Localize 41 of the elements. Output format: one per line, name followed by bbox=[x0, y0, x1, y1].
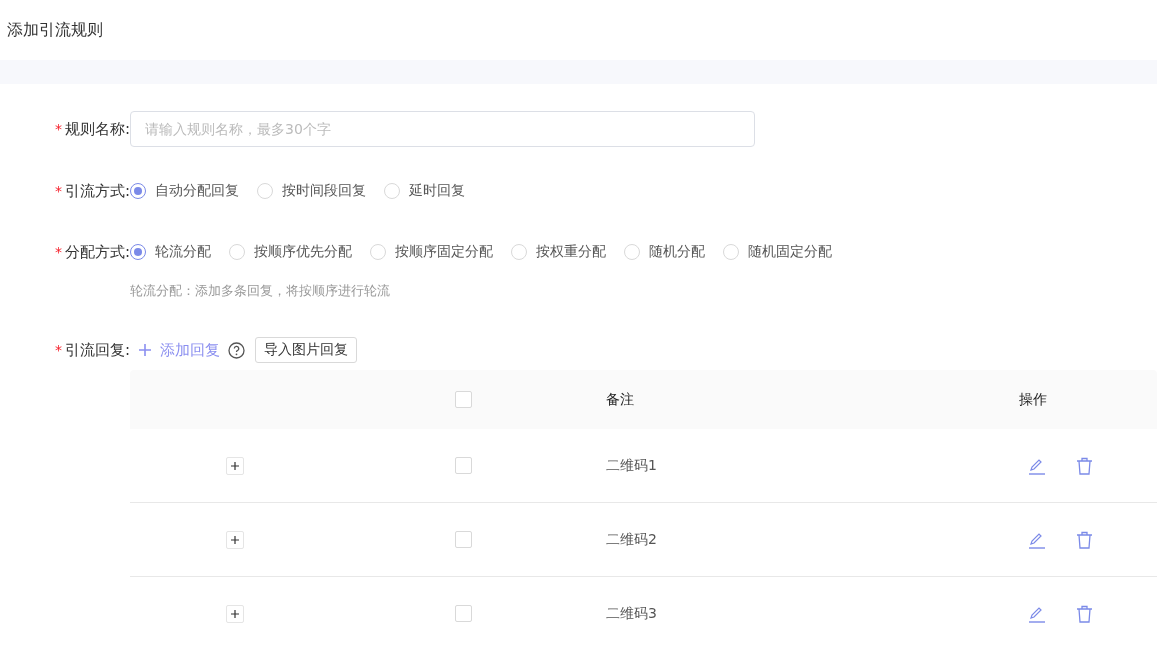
trash-icon[interactable] bbox=[1076, 456, 1093, 475]
page-title: 添加引流规则 bbox=[7, 19, 103, 41]
table-cell: 二维码1 bbox=[606, 456, 657, 475]
column-header: 操作 bbox=[1019, 390, 1047, 409]
plus-icon bbox=[231, 535, 239, 544]
radio-option[interactable]: 按时间段回复 bbox=[257, 182, 366, 200]
table-cell: 二维码3 bbox=[606, 604, 657, 623]
required-asterisk: * bbox=[54, 342, 62, 358]
hint-text: 轮流分配：添加多条回复，将按顺序进行轮流 bbox=[130, 282, 391, 300]
rule-name-input[interactable]: 请输入规则名称，最多30个字 bbox=[130, 111, 755, 147]
required-asterisk: * bbox=[54, 121, 62, 137]
expand-button[interactable] bbox=[226, 530, 244, 549]
field-label: 规则名称: bbox=[64, 119, 130, 139]
field-label: 引流方式: bbox=[64, 181, 130, 201]
column-header: 备注 bbox=[606, 390, 634, 409]
radio-option[interactable]: 随机固定分配 bbox=[723, 243, 832, 261]
radio-option[interactable]: 自动分配回复 bbox=[130, 182, 239, 200]
row-checkbox[interactable] bbox=[454, 531, 472, 548]
expand-button[interactable] bbox=[226, 604, 244, 623]
trash-icon[interactable] bbox=[1076, 604, 1093, 623]
plus-icon bbox=[138, 343, 152, 357]
select-all-checkbox[interactable] bbox=[454, 391, 472, 408]
radio-option[interactable]: 延时回复 bbox=[384, 182, 465, 200]
field-label: 分配方式: bbox=[64, 242, 130, 262]
radio-option[interactable]: 按顺序优先分配 bbox=[229, 243, 352, 261]
row-checkbox[interactable] bbox=[454, 605, 472, 622]
expand-button[interactable] bbox=[226, 456, 244, 475]
radio-option[interactable]: 按顺序固定分配 bbox=[370, 243, 493, 261]
plus-icon bbox=[231, 609, 239, 618]
help-icon[interactable] bbox=[228, 341, 245, 359]
import-image-button[interactable]: 导入图片回复 bbox=[255, 337, 357, 363]
radio-option[interactable]: 随机分配 bbox=[624, 243, 705, 261]
required-asterisk: * bbox=[54, 183, 62, 199]
required-asterisk: * bbox=[54, 244, 62, 260]
trash-icon[interactable] bbox=[1076, 530, 1093, 549]
row-checkbox[interactable] bbox=[454, 457, 472, 474]
plus-icon bbox=[231, 461, 239, 470]
field-label: 引流回复: bbox=[64, 340, 130, 360]
radio-option[interactable]: 按权重分配 bbox=[511, 243, 606, 261]
radio-option[interactable]: 轮流分配 bbox=[130, 243, 211, 261]
table-cell: 二维码2 bbox=[606, 530, 657, 549]
